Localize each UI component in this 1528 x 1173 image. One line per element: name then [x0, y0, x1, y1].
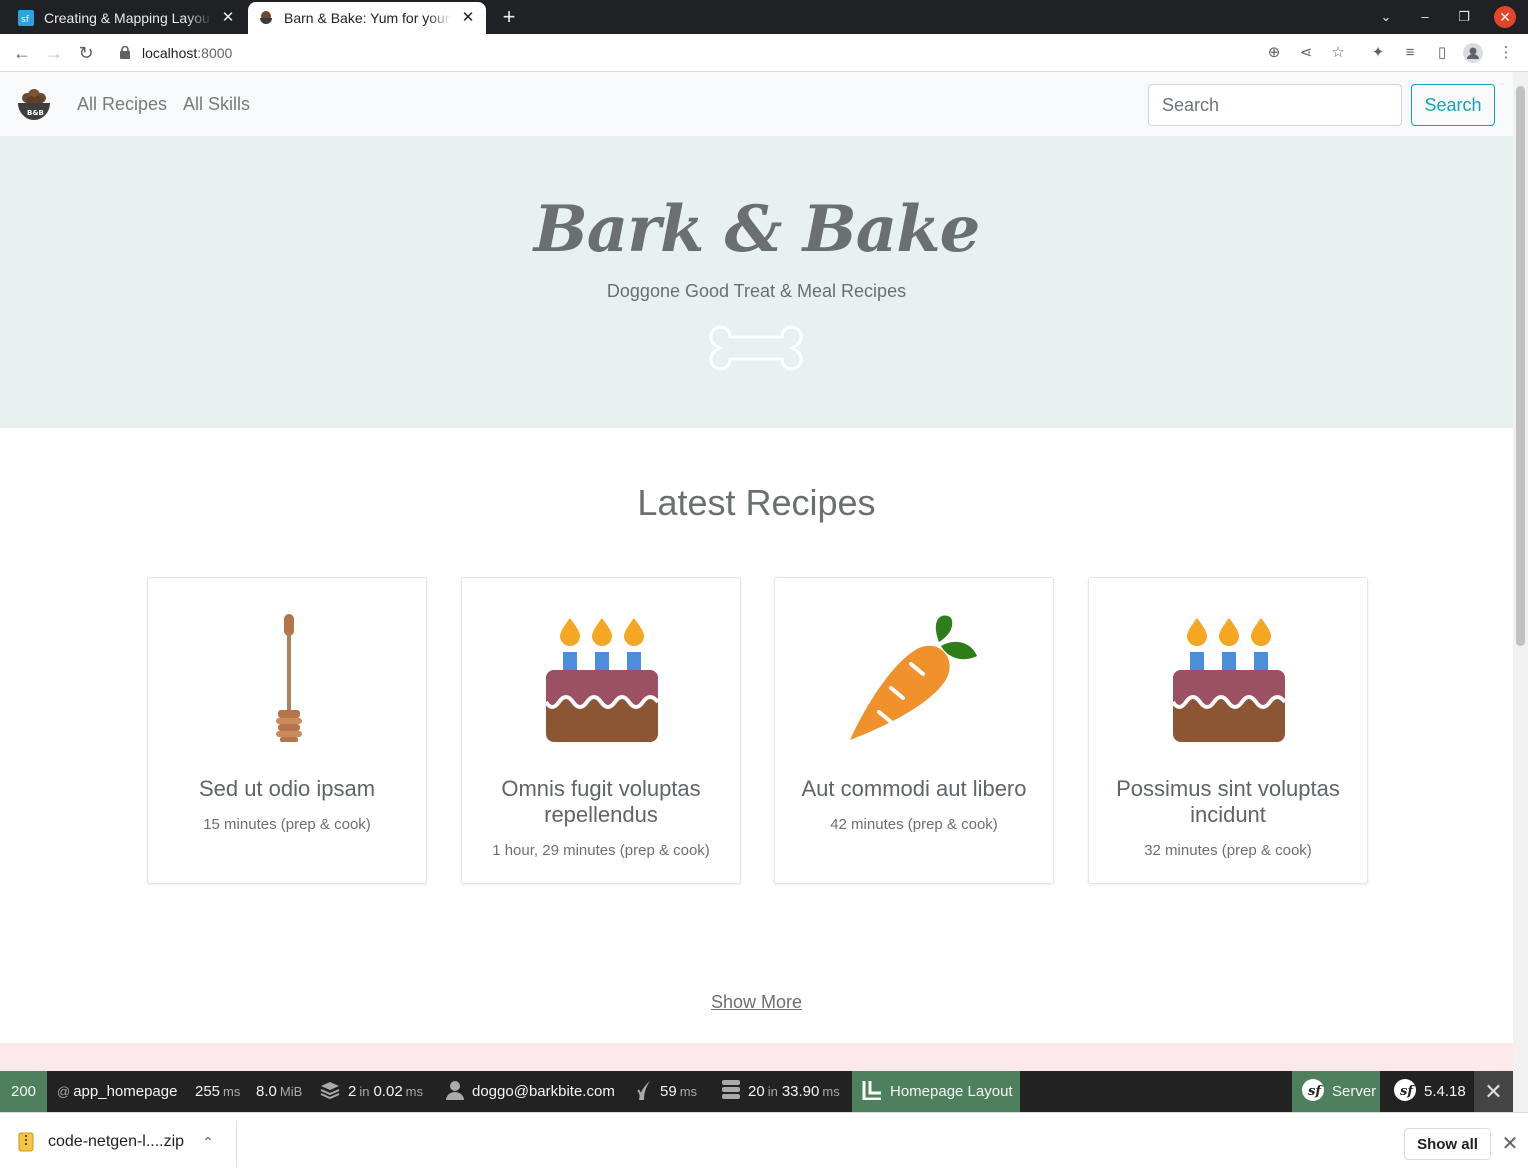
route-panel[interactable]: @ app_homepage	[57, 1071, 177, 1112]
honey-dipper-icon	[276, 614, 302, 742]
share-icon[interactable]: ⋖	[1296, 43, 1316, 63]
layers-icon	[320, 1081, 340, 1103]
nav-all-skills[interactable]: All Skills	[183, 94, 250, 115]
recipe-card-time: 1 hour, 29 minutes (prep & cook)	[492, 842, 710, 859]
zoom-icon[interactable]: ⊕	[1264, 43, 1284, 63]
recipe-card[interactable]: Possimus sint voluptas incidunt 32 minut…	[1088, 577, 1368, 884]
tab-search-chevron-icon[interactable]: ⌄	[1375, 6, 1397, 28]
browser-tab-strip: sf Creating & Mapping Layou ✕ Barn & Bak…	[0, 0, 1528, 34]
show-all-downloads-button[interactable]: Show all	[1404, 1128, 1491, 1160]
bookmark-star-icon[interactable]: ☆	[1328, 43, 1348, 63]
chevron-up-icon[interactable]: ⌃	[202, 1134, 214, 1151]
twig-panel[interactable]: 59 ms	[636, 1071, 697, 1112]
recipe-card-title[interactable]: Aut commodi aut libero	[789, 776, 1039, 802]
database-panel[interactable]: 20 in 33.90 ms	[722, 1071, 840, 1112]
reload-icon[interactable]: ↻	[75, 42, 97, 64]
symfony-debug-toolbar: 200 @ app_homepage 255 ms 8.0 MiB 2 in 0.02 ms…	[0, 1071, 1513, 1112]
latest-recipes-heading: Latest Recipes	[637, 482, 876, 523]
carrot-icon	[850, 615, 977, 740]
hero-banner: Bark & Bake Doggone Good Treat & Meal Re…	[0, 136, 1513, 428]
tab-title: Barn & Bake: Yum for your	[284, 10, 450, 26]
birthday-cake-icon	[544, 618, 660, 742]
recipe-card-time: 15 minutes (prep & cook)	[203, 816, 371, 833]
nav-all-recipes[interactable]: All Recipes	[77, 94, 167, 115]
back-icon[interactable]: ←	[11, 42, 33, 64]
layouts-panel[interactable]: Homepage Layout	[852, 1071, 1020, 1112]
search-input[interactable]	[1148, 84, 1402, 126]
symfony-logo-icon: sf	[1394, 1078, 1416, 1105]
recipe-card[interactable]: Omnis fugit voluptas repellendus 1 hour,…	[461, 577, 741, 884]
recipe-card-title[interactable]: Possimus sint voluptas incidunt	[1103, 776, 1353, 828]
twig-icon	[636, 1080, 652, 1104]
security-user-panel[interactable]: doggo@barkbite.com	[446, 1071, 615, 1112]
time-panel[interactable]: 255 ms	[195, 1071, 240, 1112]
divider	[236, 1121, 237, 1167]
bowl-logo-icon	[258, 10, 274, 26]
recipe-card-time: 32 minutes (prep & cook)	[1144, 842, 1312, 859]
at-icon: @	[57, 1084, 71, 1099]
profile-avatar-icon[interactable]	[1463, 43, 1483, 63]
site-navbar: B&B All Recipes All Skills Search	[0, 72, 1513, 136]
hero-title: Bark & Bake	[533, 192, 981, 267]
close-tab-icon[interactable]: ✕	[220, 10, 236, 26]
page-scrollbar[interactable]	[1513, 72, 1528, 1112]
recipe-card-title[interactable]: Omnis fugit voluptas repellendus	[476, 776, 726, 828]
symfony-version-panel[interactable]: sf 5.4.18	[1394, 1071, 1466, 1112]
close-toolbar-icon[interactable]: ✕	[1474, 1071, 1513, 1112]
lock-icon	[120, 46, 130, 59]
restore-icon[interactable]: ❐	[1453, 6, 1475, 28]
address-bar[interactable]: localhost:8000	[108, 37, 1358, 69]
search-button[interactable]: Search	[1411, 84, 1495, 126]
recipe-card[interactable]: Aut commodi aut libero 42 minutes (prep …	[774, 577, 1054, 884]
browser-menu-icon[interactable]: ⋮	[1496, 43, 1516, 63]
tab-title: Creating & Mapping Layou	[44, 10, 210, 26]
extensions-icon[interactable]: ✦	[1368, 43, 1388, 63]
close-tab-icon[interactable]: ✕	[460, 10, 476, 26]
close-download-shelf-icon[interactable]: ✕	[1500, 1131, 1520, 1155]
next-section-band	[0, 1043, 1513, 1071]
forward-icon[interactable]: →	[43, 42, 65, 64]
symfony-logo-icon: sf	[1302, 1078, 1324, 1105]
bark-bake-logo[interactable]: B&B	[17, 88, 51, 122]
server-panel[interactable]: sf Server	[1292, 1071, 1380, 1112]
url-text: localhost:8000	[142, 45, 233, 61]
browser-toolbar: ← → ↻ localhost:8000 ⊕ ⋖ ☆ ✦ ≡ ▯ ⋮	[0, 34, 1528, 72]
show-more-link[interactable]: Show More	[0, 992, 1513, 1013]
download-item[interactable]: code-netgen-l....zip ⌃	[18, 1132, 214, 1152]
browser-tab-creating-mapping[interactable]: sf Creating & Mapping Layou ✕	[8, 2, 246, 34]
layout-icon	[862, 1080, 882, 1104]
download-filename: code-netgen-l....zip	[48, 1133, 185, 1150]
browser-tab-barn-bake[interactable]: Barn & Bake: Yum for your ✕	[248, 2, 486, 34]
cache-panel[interactable]: 2 in 0.02 ms	[320, 1071, 423, 1112]
svg-text:sf: sf	[21, 15, 30, 25]
status-code-badge[interactable]: 200	[0, 1071, 47, 1112]
database-icon	[722, 1079, 740, 1104]
zip-file-icon	[18, 1132, 34, 1152]
window-close-icon[interactable]: ✕	[1494, 6, 1516, 28]
recipe-card[interactable]: Sed ut odio ipsam 15 minutes (prep & coo…	[147, 577, 427, 884]
bone-icon	[709, 325, 803, 371]
download-shelf: code-netgen-l....zip ⌃ Show all ✕	[0, 1112, 1528, 1173]
recipe-card-time: 42 minutes (prep & cook)	[830, 816, 998, 833]
minimize-icon[interactable]: –	[1414, 6, 1436, 28]
media-control-icon[interactable]: ≡	[1400, 43, 1420, 63]
svg-text:B&B: B&B	[27, 109, 44, 117]
user-icon	[446, 1080, 464, 1104]
hero-subtitle: Doggone Good Treat & Meal Recipes	[606, 281, 907, 301]
scrollbar-thumb[interactable]	[1516, 86, 1525, 646]
side-panel-icon[interactable]: ▯	[1432, 43, 1452, 63]
recipe-card-title[interactable]: Sed ut odio ipsam	[162, 776, 412, 802]
birthday-cake-icon	[1171, 618, 1287, 742]
memory-panel[interactable]: 8.0 MiB	[256, 1071, 302, 1112]
symfonycasts-icon: sf	[18, 10, 34, 26]
new-tab-icon[interactable]: +	[498, 6, 520, 28]
